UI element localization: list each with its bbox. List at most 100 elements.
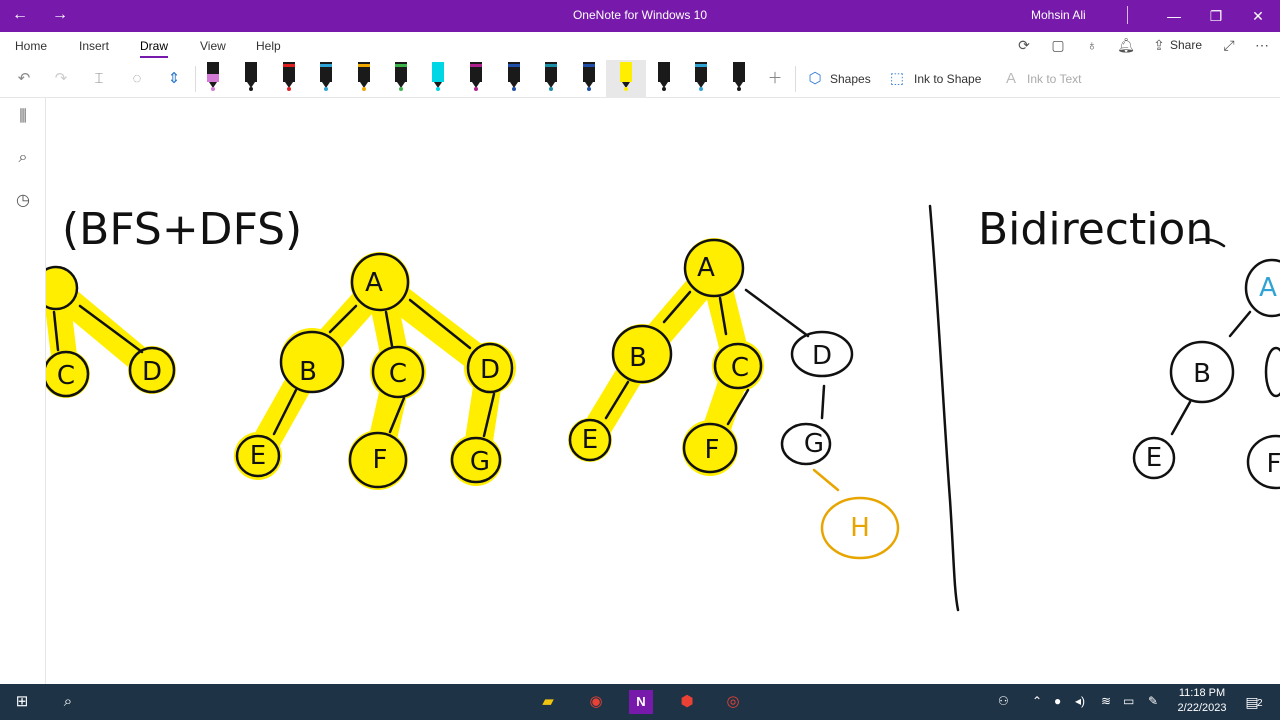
add-space-icon[interactable]: ⇕ (163, 68, 185, 90)
pen-3[interactable] (281, 62, 297, 92)
tree2-node-b: B (629, 343, 647, 373)
tree-partial: C D (46, 265, 176, 398)
ink-drawing: .ink { fill: none; stroke: #111; stroke-… (46, 204, 1280, 612)
pen-2[interactable] (243, 62, 259, 92)
tab-home[interactable]: Home (15, 39, 47, 53)
file-explorer-icon[interactable]: ▰ (536, 690, 560, 714)
tree3-node-e: E (1146, 443, 1162, 473)
clock[interactable]: 11:18 PM 2/22/2023 (1172, 686, 1232, 716)
page-canvas[interactable]: .ink { fill: none; stroke: #111; stroke-… (46, 98, 1280, 684)
tree2-node-g: G (804, 429, 824, 459)
microphone-icon[interactable]: ● (1054, 694, 1061, 708)
pen-5[interactable] (356, 62, 372, 92)
clock-time: 11:18 PM (1178, 687, 1226, 699)
ink-to-text-button: Ink to Text (1027, 72, 1082, 86)
wifi-icon[interactable]: ≋ (1101, 694, 1111, 708)
navigation-sidebar: ⫼ ⌕ ◷ (0, 98, 46, 684)
clock-date: 2/22/2023 (1177, 702, 1227, 714)
pen-4[interactable] (318, 62, 334, 92)
lightbulb-icon[interactable]: ♁ (1083, 37, 1101, 55)
tree2-node-h: H (850, 513, 870, 543)
lasso-select-icon[interactable]: ◌ (126, 68, 148, 90)
tree2-node-e: E (582, 425, 598, 455)
title-bar: ← → OneNote for Windows 10 Mohsin Ali — … (0, 0, 1280, 32)
ink-to-text-icon: A (1005, 70, 1016, 87)
pen-8[interactable] (468, 62, 484, 92)
tab-view[interactable]: View (200, 39, 226, 53)
share-button[interactable]: Share (1170, 38, 1202, 52)
pen-1[interactable] (205, 62, 221, 92)
recent-notes-icon[interactable]: ◷ (12, 190, 34, 212)
pen-workspace-icon[interactable]: ✎ (1148, 694, 1158, 708)
type-select-icon[interactable]: ⌶ (88, 68, 110, 90)
tree1-node-g: G (470, 447, 490, 477)
expand-icon[interactable]: ⤢ (1220, 37, 1238, 55)
window-title: OneNote for Windows 10 (572, 8, 708, 22)
close-button[interactable]: ✕ (1236, 0, 1280, 32)
immersive-reader-icon[interactable]: ▢ (1049, 37, 1067, 55)
pen-10[interactable] (543, 62, 559, 92)
tree1-node-f: F (373, 445, 388, 475)
volume-icon[interactable]: ◂) (1075, 694, 1085, 708)
pen-6[interactable] (393, 62, 409, 92)
windows-taskbar: ⊞ ⌕ ▰ ◉ N ⬢ ◎ ⚇ ⌃ ● ◂) ≋ ▭ ✎ 11:18 PM 2/… (0, 684, 1280, 720)
people-icon[interactable]: ⚇ (998, 694, 1009, 708)
tree1-node-c: C (389, 359, 407, 389)
divider-stroke (928, 204, 960, 612)
user-name[interactable]: Mohsin Ali (1031, 8, 1086, 22)
tree2-node-c: C (731, 353, 749, 383)
chrome-icon[interactable]: ◉ (584, 690, 608, 714)
restore-button[interactable]: ❐ (1194, 0, 1238, 32)
pen-15[interactable] (731, 62, 747, 92)
sync-icon[interactable]: ⟳ (1015, 37, 1033, 55)
tree0-node-d: D (142, 357, 162, 387)
tree2-node-d: D (812, 341, 832, 371)
tree3-node-f: F (1267, 449, 1280, 479)
tab-help[interactable]: Help (256, 39, 281, 53)
search-icon[interactable]: ⌕ (12, 149, 34, 171)
app-icon[interactable]: ⬢ (675, 690, 699, 714)
tree3-node-a: A (1259, 273, 1277, 303)
tree1-node-b: B (299, 357, 317, 387)
heading-bidirection: Bidirection (978, 204, 1213, 255)
ink-to-shape-icon[interactable]: ⬚ (886, 68, 908, 90)
pen-14[interactable] (693, 62, 709, 92)
pen-12[interactable] (618, 62, 634, 92)
tree1-node-e: E (250, 441, 266, 471)
start-icon[interactable]: ⊞ (10, 690, 34, 714)
minimize-button[interactable]: — (1152, 0, 1196, 32)
pen-11[interactable] (581, 62, 597, 92)
recorder-icon[interactable]: ◎ (721, 690, 745, 714)
notebooks-icon[interactable]: ⫼ (12, 108, 34, 130)
toolbar-divider (795, 66, 796, 92)
add-pen-icon[interactable]: ＋ (764, 68, 786, 90)
onenote-icon[interactable]: N (629, 690, 653, 714)
battery-icon[interactable]: ▭ (1123, 694, 1134, 708)
tree-3: A B E F (1132, 258, 1280, 490)
redo-icon[interactable]: ↷ (50, 68, 72, 90)
tab-insert[interactable]: Insert (79, 39, 109, 53)
tree1-node-d: D (480, 355, 500, 385)
pen-13[interactable] (656, 62, 672, 92)
search-icon[interactable]: ⌕ (56, 690, 80, 714)
show-hidden-icons-icon[interactable]: ⌃ (1032, 694, 1042, 708)
pen-7[interactable] (430, 62, 446, 92)
shapes-button[interactable]: Shapes (830, 72, 871, 86)
title-separator (1127, 6, 1128, 24)
bell-icon[interactable]: 🔔︎ (1117, 37, 1135, 55)
undo-icon[interactable]: ↶ (13, 68, 35, 90)
ink-to-shape-button[interactable]: Ink to Shape (914, 72, 981, 86)
ribbon-tabs: Home Insert Draw View Help ⟳ ▢ ♁ 🔔︎ ⇪ ⤢ … (0, 32, 1280, 60)
toolbar-divider (195, 66, 196, 92)
pen-9[interactable] (506, 62, 522, 92)
tab-draw[interactable]: Draw (140, 39, 169, 58)
share-icon[interactable]: ⇪ (1150, 37, 1168, 55)
tree2-node-f: F (705, 435, 720, 465)
tree0-node-c: C (57, 361, 75, 391)
tree-2: A B C D E F G H (568, 238, 900, 560)
tree3-node-b: B (1193, 359, 1211, 389)
heading-bfs-dfs: (BFS+DFS) (62, 204, 302, 255)
shapes-icon[interactable]: ⬡ (804, 68, 826, 90)
tree-1: A B C D E F G (234, 252, 516, 490)
more-icon[interactable]: ⋯ (1253, 37, 1271, 55)
